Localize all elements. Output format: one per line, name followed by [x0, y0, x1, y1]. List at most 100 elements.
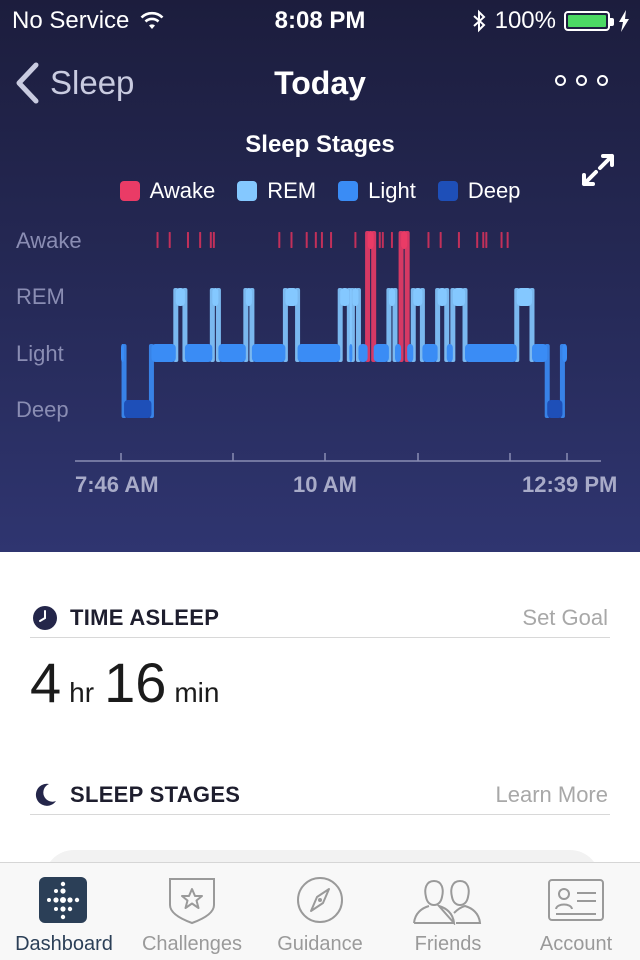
legend-swatch: [437, 181, 458, 201]
guidance-icon: [297, 877, 343, 923]
time-asleep-value: 4 hr 16 min: [30, 650, 229, 715]
stage-block-light: [407, 344, 414, 362]
awake-tick-mark: [354, 232, 357, 248]
stage-transition: [365, 231, 371, 362]
more-dot-icon: [597, 75, 608, 86]
stage-block-rem: [245, 288, 252, 306]
tab-dashboard[interactable]: Dashboard: [0, 863, 128, 960]
stage-block-deep: [124, 400, 152, 418]
awake-tick-mark: [278, 232, 281, 248]
stage-block-rem: [452, 288, 466, 306]
battery-percent: 100%: [494, 7, 556, 34]
tab-friends[interactable]: Friends: [384, 863, 512, 960]
tab-label: Guidance: [277, 933, 363, 955]
awake-tick-mark: [212, 232, 215, 248]
awake-tick-mark: [476, 232, 479, 248]
stage-block-light: [562, 344, 567, 362]
legend-item-light: Light: [338, 178, 416, 204]
chart-legend: Awake REM Light Deep: [0, 178, 640, 204]
account-icon: [548, 879, 604, 921]
set-goal-link[interactable]: Set Goal: [522, 605, 608, 631]
stage-block-rem: [437, 288, 447, 306]
legend-swatch: [338, 181, 359, 201]
sleep-stages-chart[interactable]: [0, 220, 640, 470]
stage-transition: [371, 231, 377, 362]
learn-more-link[interactable]: Learn More: [495, 782, 608, 808]
nav-bar: Sleep Today: [0, 55, 640, 115]
tab-bar: Dashboard Challenges Guidance Friends Ac…: [0, 862, 640, 960]
charging-bolt-icon: [619, 10, 629, 32]
stage-block-light: [121, 344, 125, 362]
awake-tick-mark: [209, 232, 212, 248]
stage-block-light: [184, 344, 213, 362]
battery-fill: [568, 15, 606, 27]
minutes-unit: min: [174, 677, 220, 708]
awake-tick-mark: [314, 232, 317, 248]
stage-block-light: [531, 344, 548, 362]
sleep-stages-header: SLEEP STAGES Learn More: [30, 775, 610, 815]
stage-block-awake: [401, 231, 408, 249]
x-axis-label-start: 7:46 AM: [75, 472, 159, 497]
awake-tick-mark: [156, 232, 159, 248]
tab-label: Friends: [414, 933, 482, 955]
awake-tick-mark: [320, 232, 323, 248]
time-asleep-title: TIME ASLEEP: [70, 604, 220, 630]
legend-swatch: [237, 181, 258, 201]
awake-tick-mark: [305, 232, 308, 248]
status-bar: No Service 8:08 PM 100%: [0, 0, 640, 40]
stage-block-awake: [367, 231, 374, 249]
tab-label: Account: [539, 933, 613, 955]
more-dot-icon: [576, 75, 587, 86]
legend-item-awake: Awake: [119, 178, 215, 204]
awake-tick-mark: [381, 232, 384, 248]
stage-block-rem: [413, 288, 423, 306]
more-options-button[interactable]: [555, 75, 608, 86]
stage-block-light: [358, 344, 368, 362]
tab-label: Dashboard: [15, 933, 113, 955]
dashboard-icon: [39, 877, 87, 923]
awake-tick-mark: [330, 232, 333, 248]
stage-block-light: [251, 344, 286, 362]
tab-guidance[interactable]: Guidance: [256, 863, 384, 960]
stage-block-rem: [352, 288, 359, 306]
sleep-stages-title: SLEEP STAGES: [70, 781, 241, 807]
awake-tick-mark: [378, 232, 381, 248]
awake-tick-mark: [199, 232, 202, 248]
clock-icon: [33, 605, 57, 630]
legend-label: Deep: [467, 178, 521, 203]
stage-block-deep: [547, 400, 563, 418]
battery-icon: [564, 11, 614, 31]
awake-tick-mark: [168, 232, 171, 248]
stage-block-rem: [175, 288, 185, 306]
awake-tick-mark: [186, 232, 189, 248]
stage-block-light: [297, 344, 341, 362]
awake-tick-mark: [482, 232, 485, 248]
minutes-value: 16: [104, 651, 167, 714]
chart-title: Sleep Stages: [245, 131, 395, 158]
hours-unit: hr: [69, 677, 95, 708]
awake-tick-mark: [390, 232, 393, 248]
stage-block-light: [373, 344, 389, 362]
tab-account[interactable]: Account: [512, 863, 640, 960]
more-dot-icon: [555, 75, 566, 86]
stage-block-rem: [340, 288, 350, 306]
awake-tick-mark: [485, 232, 488, 248]
bluetooth-icon: [472, 9, 486, 33]
awake-tick-mark: [500, 232, 503, 248]
stage-block-light: [422, 344, 438, 362]
awake-tick-mark: [290, 232, 293, 248]
x-axis-label-middle: 10 AM: [293, 472, 357, 497]
stage-transition: [398, 231, 404, 362]
x-axis-label-end: 12:39 PM: [522, 472, 618, 497]
legend-label: Light: [368, 178, 416, 203]
page-title: Today: [274, 65, 366, 101]
friends-icon: [413, 879, 482, 925]
stage-block-light: [218, 344, 246, 362]
time-asleep-section: TIME ASLEEP Set Goal: [30, 598, 610, 638]
tab-challenges[interactable]: Challenges: [128, 863, 256, 960]
stage-block-light: [349, 344, 353, 362]
hours-value: 4: [30, 651, 62, 714]
stage-transition: [404, 231, 410, 362]
awake-tick-mark: [457, 232, 460, 248]
stage-block-light: [394, 344, 402, 362]
